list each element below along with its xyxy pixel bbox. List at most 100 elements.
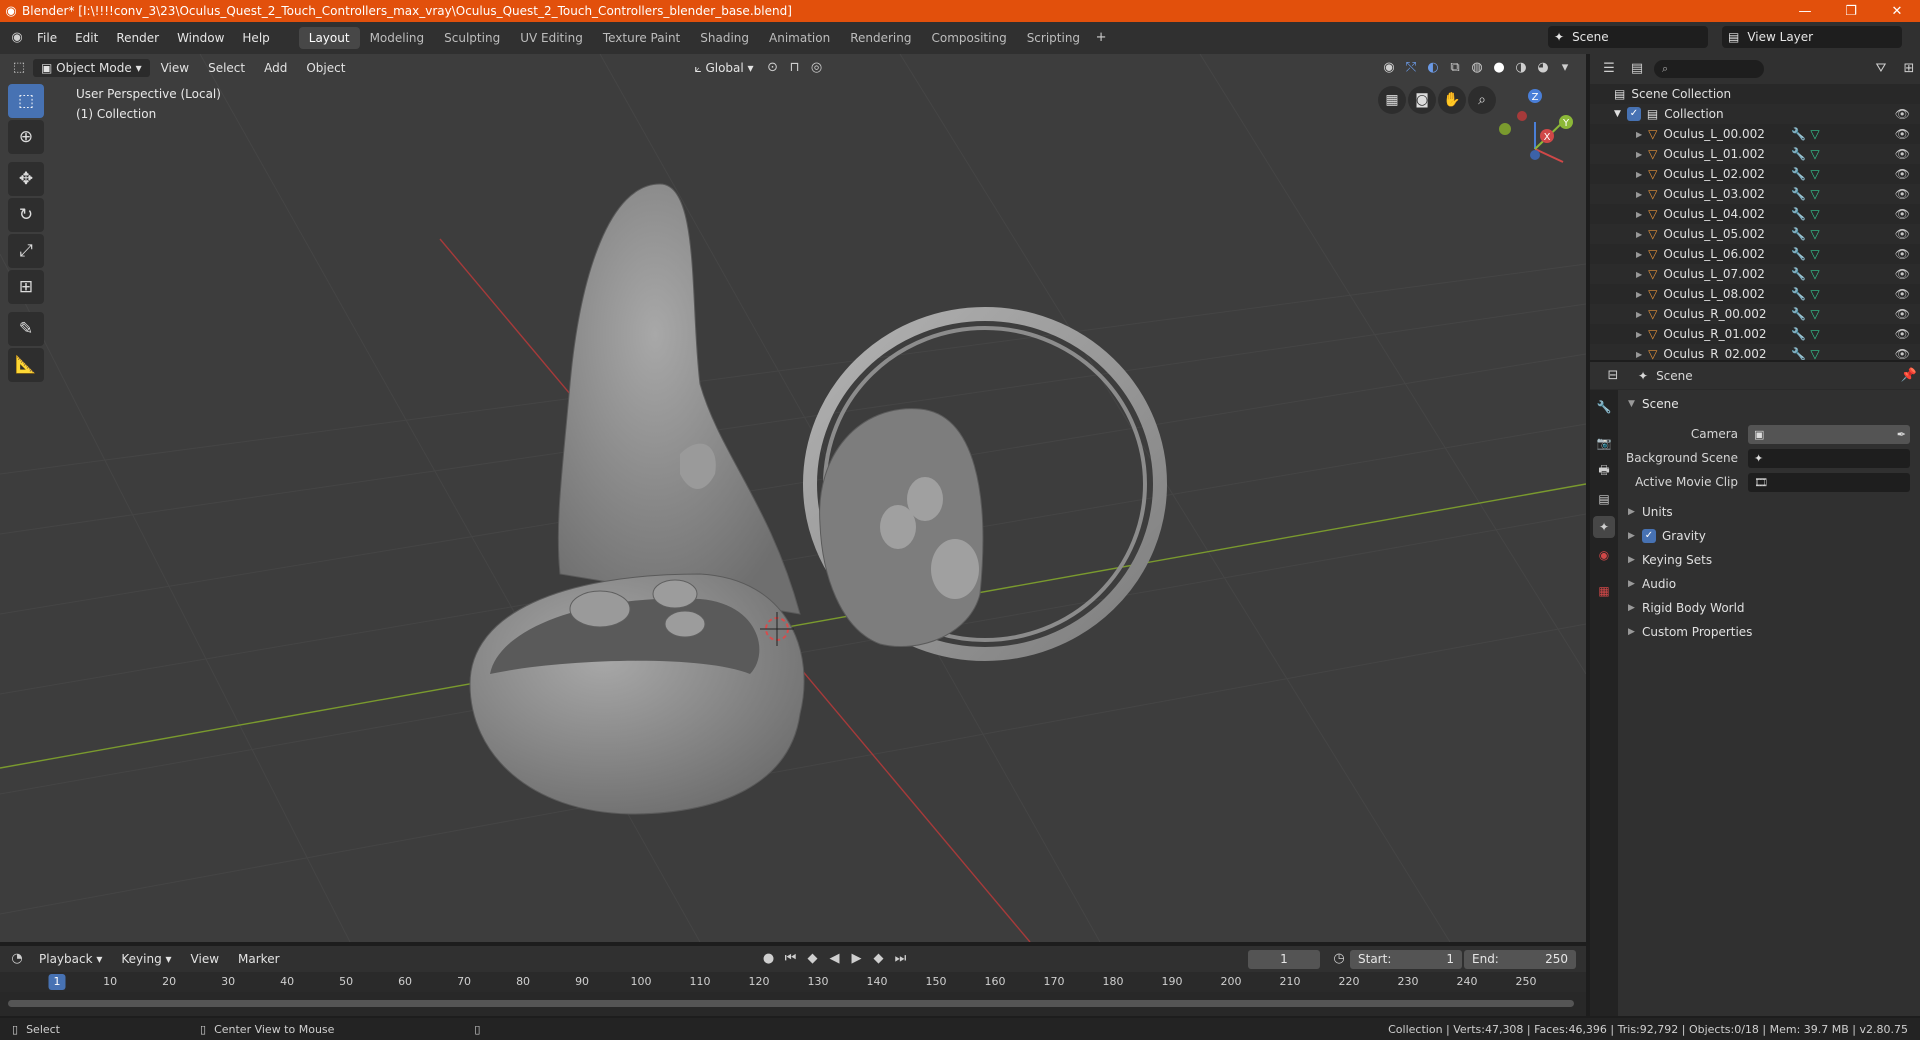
transform-orientation[interactable]: ⟀ Global ▾ xyxy=(686,59,761,78)
outliner-object-row[interactable]: ▶ ▽ Oculus_L_06.002 🔧 ▽ 👁 xyxy=(1590,244,1920,264)
next-keyframe-icon[interactable]: ◆ xyxy=(868,949,890,969)
outliner-object-row[interactable]: ▶ ▽ Oculus_L_02.002 🔧 ▽ 👁 xyxy=(1590,164,1920,184)
outliner-object-row[interactable]: ▶ ▽ Oculus_L_07.002 🔧 ▽ 👁 xyxy=(1590,264,1920,284)
mesh-data-icon[interactable]: ▽ xyxy=(1810,127,1819,141)
material-shading-icon[interactable]: ◑ xyxy=(1510,58,1532,78)
expand-icon[interactable]: ▶ xyxy=(1636,330,1642,339)
modifier-wrench-icon[interactable]: 🔧 xyxy=(1791,267,1806,281)
measure-tool-icon[interactable]: 📐 xyxy=(8,348,44,382)
active-movie-clip-field[interactable]: 🎞 xyxy=(1748,472,1910,492)
wireframe-shading-icon[interactable]: ◍ xyxy=(1466,58,1488,78)
menu-select[interactable]: Select xyxy=(200,59,253,77)
timeline-track[interactable] xyxy=(0,992,1586,1016)
zoom-icon[interactable]: ⌕ xyxy=(1468,86,1496,114)
audio-panel[interactable]: ▶ Audio xyxy=(1620,572,1918,596)
rigid-body-world-panel[interactable]: ▶ Rigid Body World xyxy=(1620,596,1918,620)
custom-properties-panel[interactable]: ▶ Custom Properties xyxy=(1620,620,1918,644)
outliner-object-row[interactable]: ▶ ▽ Oculus_L_08.002 🔧 ▽ 👁 xyxy=(1590,284,1920,304)
select-box-icon[interactable]: ⬚ xyxy=(8,84,44,118)
pan-hand-icon[interactable]: ✋ xyxy=(1438,86,1466,114)
visibility-eye-icon[interactable]: 👁 xyxy=(1895,127,1910,141)
units-panel[interactable]: ▶ Units xyxy=(1620,500,1918,524)
expand-icon[interactable]: ▼ xyxy=(1614,109,1621,119)
gizmo-toggle-icon[interactable]: ⤲ xyxy=(1400,58,1422,78)
eyedropper-icon[interactable]: ✒ xyxy=(1897,428,1906,441)
texture-tab-icon[interactable]: ▦ xyxy=(1593,580,1615,602)
current-frame-marker[interactable]: 1 xyxy=(48,974,66,990)
visibility-eye-icon[interactable]: 👁 xyxy=(1895,227,1910,241)
tab-shading[interactable]: Shading xyxy=(690,27,759,49)
mesh-data-icon[interactable]: ▽ xyxy=(1810,227,1819,241)
menu-help[interactable]: Help xyxy=(233,31,278,45)
editor-type-icon[interactable]: ⬚ xyxy=(8,58,30,78)
outliner-object-row[interactable]: ▶ ▽ Oculus_L_00.002 🔧 ▽ 👁 xyxy=(1590,124,1920,144)
scene-tab-icon[interactable]: ✦ xyxy=(1593,516,1615,538)
close-icon[interactable]: ✕ xyxy=(1874,4,1920,19)
display-mode-icon[interactable]: ▤ xyxy=(1626,59,1648,79)
menu-add[interactable]: Add xyxy=(256,59,295,77)
menu-view[interactable]: View xyxy=(153,59,197,77)
scale-tool-icon[interactable]: ⤢ xyxy=(8,234,44,268)
visibility-eye-icon[interactable]: 👁 xyxy=(1895,207,1910,221)
modifier-wrench-icon[interactable]: 🔧 xyxy=(1791,227,1806,241)
visibility-eye-icon[interactable]: 👁 xyxy=(1895,287,1910,301)
modifier-wrench-icon[interactable]: 🔧 xyxy=(1791,127,1806,141)
view-layer-selector[interactable]: ▤ View Layer xyxy=(1722,26,1902,48)
menu-file[interactable]: File xyxy=(28,31,66,45)
selectability-icon[interactable]: ◉ xyxy=(1378,58,1400,78)
modifier-wrench-icon[interactable]: 🔧 xyxy=(1791,327,1806,341)
end-frame-field[interactable]: End: 250 xyxy=(1464,949,1576,969)
output-tab-icon[interactable]: 🖶 xyxy=(1593,460,1615,482)
modifier-wrench-icon[interactable]: 🔧 xyxy=(1791,147,1806,161)
background-scene-field[interactable]: ✦ xyxy=(1748,448,1910,468)
outliner-object-row[interactable]: ▶ ▽ Oculus_L_01.002 🔧 ▽ 👁 xyxy=(1590,144,1920,164)
proportional-edit-icon[interactable]: ◎ xyxy=(806,58,828,78)
visibility-eye-icon[interactable]: 👁 xyxy=(1895,107,1910,121)
outliner-object-row[interactable]: ▶ ▽ Oculus_R_00.002 🔧 ▽ 👁 xyxy=(1590,304,1920,324)
properties-editor-icon[interactable]: ⊟ xyxy=(1602,366,1624,386)
tab-scripting[interactable]: Scripting xyxy=(1017,27,1090,49)
prev-keyframe-icon[interactable]: ◆ xyxy=(802,949,824,969)
solid-shading-icon[interactable]: ● xyxy=(1488,58,1510,78)
3d-viewport[interactable]: Z X Y ⬚ ▣ Object Mode ▾ View Select Add … xyxy=(0,54,1586,942)
play-icon[interactable]: ▶ xyxy=(846,949,868,969)
pin-icon[interactable]: 📌 xyxy=(1898,366,1920,386)
menu-marker[interactable]: Marker xyxy=(230,950,287,968)
timeline-editor-icon[interactable]: ◔ xyxy=(6,949,28,969)
menu-timeline-view[interactable]: View xyxy=(183,950,227,968)
timeline-scrollbar[interactable] xyxy=(8,1000,1574,1007)
modifier-wrench-icon[interactable]: 🔧 xyxy=(1791,167,1806,181)
minimize-icon[interactable]: — xyxy=(1782,4,1828,19)
mesh-data-icon[interactable]: ▽ xyxy=(1810,147,1819,161)
transform-tool-icon[interactable]: ⊞ xyxy=(8,270,44,304)
pivot-icon[interactable]: ⊙ xyxy=(762,58,784,78)
tab-uv-editing[interactable]: UV Editing xyxy=(510,27,593,49)
visibility-eye-icon[interactable]: 👁 xyxy=(1895,187,1910,201)
cursor-tool-icon[interactable]: ⊕ xyxy=(8,120,44,154)
gizmo-y-label[interactable]: Y xyxy=(1562,118,1570,129)
modifier-wrench-icon[interactable]: 🔧 xyxy=(1791,347,1806,360)
expand-icon[interactable]: ▶ xyxy=(1636,150,1642,159)
view-layer-tab-icon[interactable]: ▤ xyxy=(1593,488,1615,510)
visibility-eye-icon[interactable]: 👁 xyxy=(1895,247,1910,261)
rotate-tool-icon[interactable]: ↻ xyxy=(8,198,44,232)
move-tool-icon[interactable]: ✥ xyxy=(8,162,44,196)
outliner-object-row[interactable]: ▶ ▽ Oculus_L_03.002 🔧 ▽ 👁 xyxy=(1590,184,1920,204)
visibility-eye-icon[interactable]: 👁 xyxy=(1895,327,1910,341)
tab-compositing[interactable]: Compositing xyxy=(921,27,1016,49)
modifier-wrench-icon[interactable]: 🔧 xyxy=(1791,207,1806,221)
expand-icon[interactable]: ▶ xyxy=(1636,210,1642,219)
collection-row[interactable]: ▼ ✓ ▤ Collection 👁 xyxy=(1590,104,1920,124)
gravity-checkbox[interactable]: ✓ xyxy=(1642,529,1656,543)
world-tab-icon[interactable]: ◉ xyxy=(1593,544,1615,566)
expand-icon[interactable]: ▶ xyxy=(1636,310,1642,319)
mesh-data-icon[interactable]: ▽ xyxy=(1810,207,1819,221)
add-workspace-icon[interactable]: + xyxy=(1090,28,1112,48)
record-icon[interactable]: ● xyxy=(758,949,780,969)
expand-icon[interactable]: ▶ xyxy=(1636,190,1642,199)
modifier-wrench-icon[interactable]: 🔧 xyxy=(1791,187,1806,201)
keying-sets-panel[interactable]: ▶ Keying Sets xyxy=(1620,548,1918,572)
menu-playback[interactable]: Playback ▾ xyxy=(31,950,110,968)
mode-selector[interactable]: ▣ Object Mode ▾ xyxy=(33,59,150,77)
render-tab-icon[interactable]: 📷 xyxy=(1593,432,1615,454)
